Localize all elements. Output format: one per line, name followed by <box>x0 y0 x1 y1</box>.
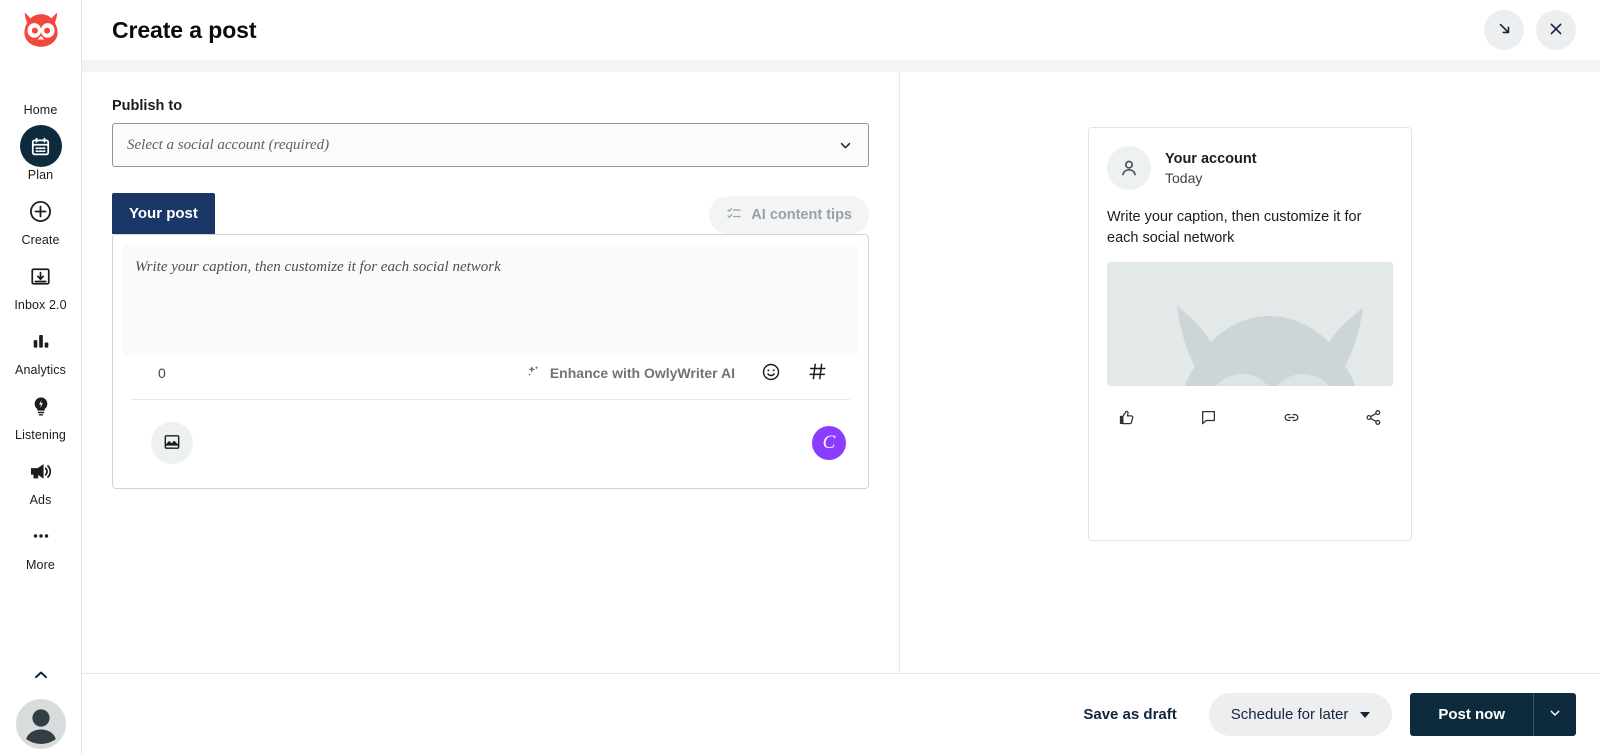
social-account-select[interactable]: Select a social account (required) <box>112 123 869 167</box>
sidebar-item-label-analytics: Analytics <box>15 363 66 377</box>
chevron-up-icon[interactable] <box>31 665 51 685</box>
lightbulb-icon <box>20 385 62 427</box>
sidebar-item-more[interactable]: More <box>0 509 82 574</box>
preview-caption: Write your caption, then customize it fo… <box>1107 209 1362 246</box>
comment-bubble-icon <box>1199 408 1218 430</box>
tab-your-post[interactable]: Your post <box>112 193 215 234</box>
post-now-group: Post now <box>1410 693 1576 736</box>
checklist-icon <box>726 205 742 225</box>
schedule-for-later-label: Schedule for later <box>1230 706 1349 723</box>
emoji-smiley-icon <box>761 362 781 385</box>
post-now-dropdown-button[interactable] <box>1533 693 1576 736</box>
ellipsis-icon <box>20 515 62 557</box>
preview-link-button[interactable] <box>1282 408 1301 430</box>
preview-column: Your account Today Write your caption, t… <box>900 72 1600 673</box>
post-preview-card: Your account Today Write your caption, t… <box>1088 127 1412 541</box>
global-sidebar: Home Plan Create Inbox 2.0 Analytics Lis… <box>0 0 82 755</box>
social-account-select-placeholder: Select a social account (required) <box>127 136 330 153</box>
sidebar-item-label-home: Home <box>23 103 58 117</box>
composer-tools-row: C <box>113 400 868 488</box>
calendar-icon <box>19 125 62 167</box>
home-owl-icon <box>20 60 62 102</box>
sidebar-item-ads[interactable]: Ads <box>0 444 82 509</box>
character-count: 0 <box>158 365 166 381</box>
publish-to-label: Publish to <box>112 98 183 114</box>
owlywriter-ai-label: Enhance with OwlyWriter AI <box>549 365 735 381</box>
sidebar-item-label-ads: Ads <box>29 493 52 507</box>
emoji-button[interactable] <box>761 362 781 385</box>
megaphone-icon <box>20 450 62 492</box>
sidebar-item-listening[interactable]: Listening <box>0 379 82 444</box>
hashtag-icon <box>807 361 828 385</box>
close-x-icon <box>1546 19 1566 42</box>
caret-down-icon <box>1360 711 1371 718</box>
hashtag-button[interactable] <box>807 361 828 385</box>
plus-circle-icon <box>20 190 62 232</box>
preview-timestamp: Today <box>1165 169 1203 186</box>
thumbs-up-icon <box>1117 408 1136 430</box>
composer-tabs: Your post AI content tips <box>112 193 869 234</box>
sparkles-icon <box>525 363 542 383</box>
save-as-draft-button[interactable]: Save as draft <box>1069 696 1190 733</box>
sidebar-item-label-more: More <box>26 558 55 572</box>
post-now-button[interactable]: Post now <box>1410 693 1533 736</box>
sidebar-item-create[interactable]: Create <box>0 184 82 249</box>
preview-header: Your account Today <box>1107 146 1393 190</box>
image-icon <box>162 432 182 455</box>
canva-button[interactable]: C <box>812 426 846 460</box>
header-actions <box>1484 10 1576 50</box>
preview-comment-button[interactable] <box>1199 408 1218 430</box>
sidebar-item-label-listening: Listening <box>15 428 66 442</box>
preview-actions <box>1107 386 1393 430</box>
preview-account-name: Your account <box>1165 150 1257 167</box>
compose-column: Publish to Select a social account (requ… <box>82 72 900 673</box>
sidebar-item-label-inbox: Inbox 2.0 <box>14 298 67 312</box>
sidebar-item-plan[interactable]: Plan <box>0 119 82 184</box>
owl-placeholder-icon <box>1177 306 1363 387</box>
inbox-tray-icon <box>20 255 62 297</box>
composer-meta-row: 0 Enhance with OwlyWriter AI <box>131 355 850 400</box>
sidebar-item-analytics[interactable]: Analytics <box>0 314 82 379</box>
owlywriter-ai-button[interactable]: Enhance with OwlyWriter AI <box>525 363 735 383</box>
user-avatar-icon[interactable] <box>15 699 66 749</box>
chevron-down-icon <box>837 137 854 154</box>
link-chain-icon <box>1282 408 1301 430</box>
modal-body: Publish to Select a social account (requ… <box>82 72 1600 673</box>
post-composer: Write your caption, then customize it fo… <box>112 234 869 489</box>
minimize-button[interactable] <box>1484 10 1524 50</box>
main-panel: Create a post Publish to Select a social… <box>82 0 1600 755</box>
preview-account-block: Your account Today <box>1165 151 1257 186</box>
sidebar-item-label-create: Create <box>21 233 60 247</box>
sidebar-item-inbox[interactable]: Inbox 2.0 <box>0 249 82 314</box>
caption-input[interactable]: Write your caption, then customize it fo… <box>123 245 858 355</box>
canva-icon: C <box>822 432 836 453</box>
share-nodes-icon <box>1364 408 1383 430</box>
header-divider <box>82 60 1600 72</box>
sidebar-item-label-plan: Plan <box>27 168 54 182</box>
add-media-button[interactable] <box>151 422 193 464</box>
modal-footer: Save as draft Schedule for later Post no… <box>82 673 1600 755</box>
close-button[interactable] <box>1536 10 1576 50</box>
page-title: Create a post <box>112 16 257 43</box>
preview-share-button[interactable] <box>1364 408 1383 430</box>
sidebar-item-home[interactable]: Home <box>0 54 82 119</box>
bar-chart-icon <box>20 320 62 362</box>
chevron-down-icon <box>1547 705 1563 724</box>
hootsuite-owl-logo-icon[interactable] <box>18 6 64 52</box>
arrow-down-right-icon <box>1495 19 1514 41</box>
create-post-window: Home Plan Create Inbox 2.0 Analytics Lis… <box>0 0 1600 755</box>
modal-header: Create a post <box>82 0 1600 60</box>
ai-content-tips-button[interactable]: AI content tips <box>709 196 869 234</box>
preview-media-placeholder <box>1107 262 1393 387</box>
schedule-for-later-button[interactable]: Schedule for later <box>1208 693 1393 736</box>
caption-placeholder: Write your caption, then customize it fo… <box>135 259 501 275</box>
person-icon <box>1107 146 1151 190</box>
preview-like-button[interactable] <box>1117 408 1136 430</box>
ai-content-tips-label: AI content tips <box>751 207 852 223</box>
